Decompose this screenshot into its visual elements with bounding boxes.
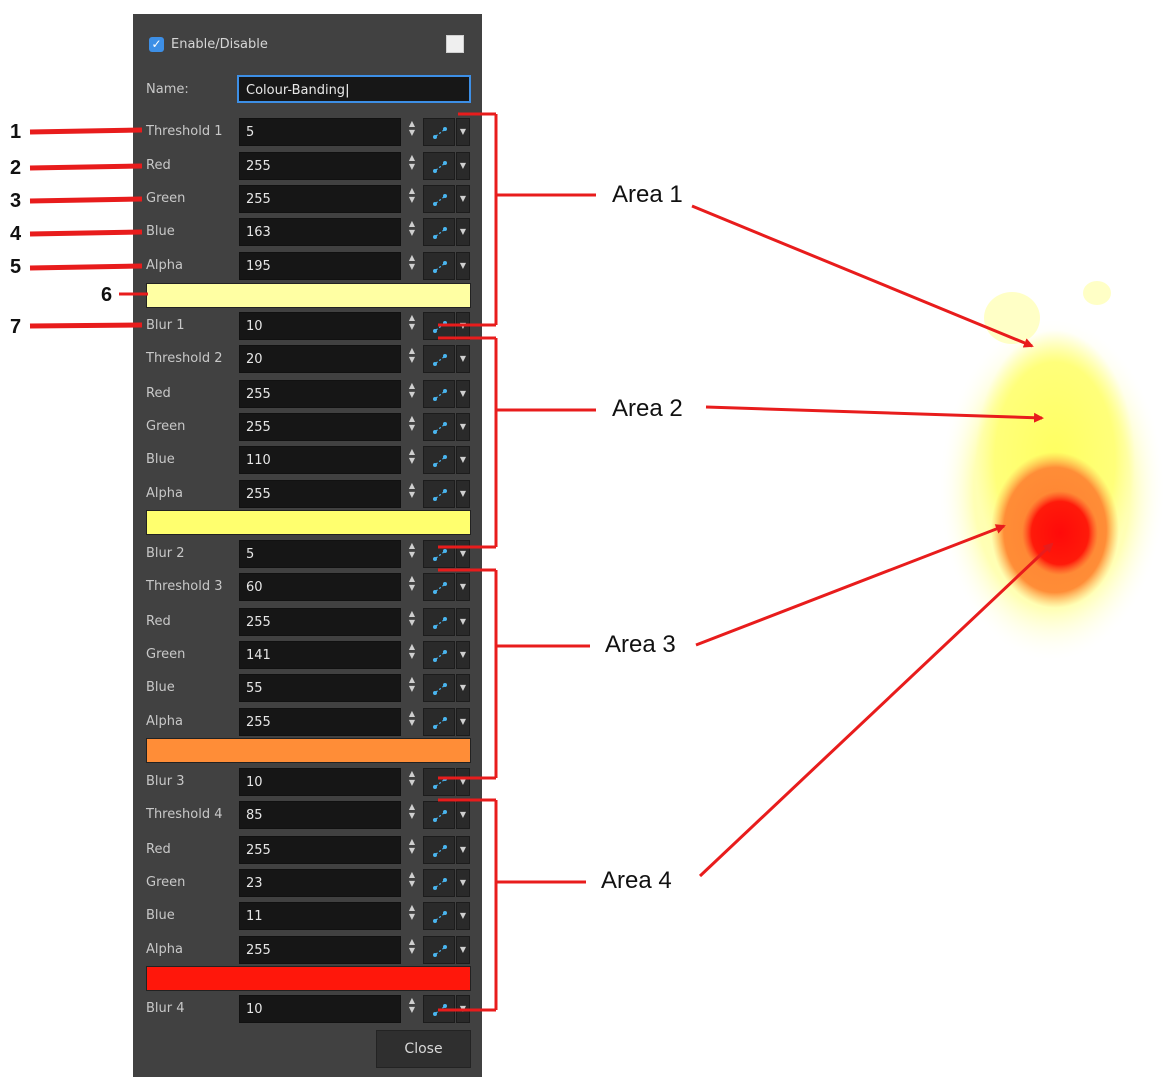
annotation-overlay: [29, 112, 1164, 1012]
flame-preview-image: [940, 281, 1164, 660]
